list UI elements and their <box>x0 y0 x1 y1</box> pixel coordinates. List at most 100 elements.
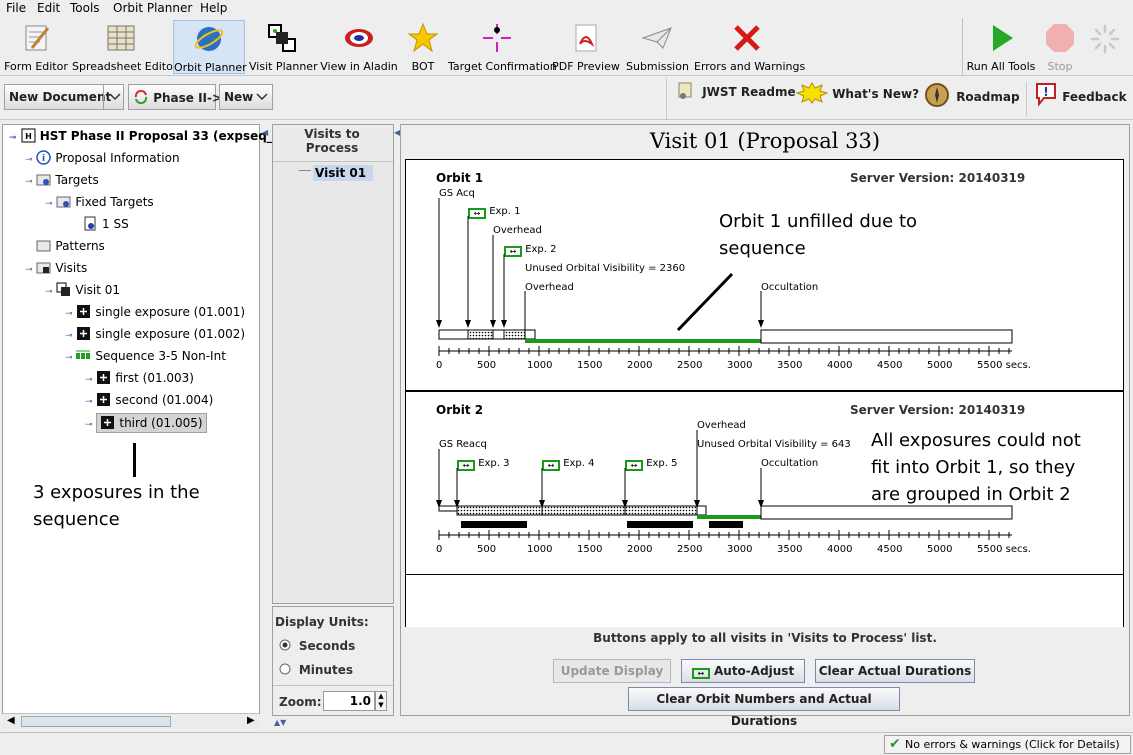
menu-edit[interactable]: Edit <box>37 1 60 15</box>
svg-text:H: H <box>25 132 32 141</box>
annotation-text: are grouped in Orbit 2 <box>871 484 1071 505</box>
jwst-readme-button[interactable]: JWST Readme <box>676 82 796 116</box>
tree-item-visits[interactable]: ⊸ Visits <box>25 259 87 277</box>
spreadsheet-icon <box>107 25 135 51</box>
tree-item-label: Patterns <box>55 239 105 253</box>
annotation-line <box>133 443 136 477</box>
tree-item-proposal-information[interactable]: ⊸ i Proposal Information <box>25 149 180 167</box>
tree-item-first[interactable]: ⊸ first (01.003) <box>85 369 194 387</box>
axis-tick-label: 0 <box>436 544 443 555</box>
visits-panel-title: Visits to Process <box>273 127 391 155</box>
radio-selected-icon <box>279 639 291 651</box>
zoom-input[interactable]: 1.0 <box>323 691 375 711</box>
menu-file[interactable]: File <box>6 1 26 15</box>
view-in-aladin-button[interactable]: View in Aladin <box>320 20 398 74</box>
tree-item-patterns[interactable]: ⊸ Patterns <box>25 237 105 255</box>
tree-item-1-ss[interactable]: 1 SS <box>83 215 129 233</box>
visit-planner-label: Visit Planner <box>249 60 318 73</box>
paper-plane-icon <box>641 27 672 49</box>
tree-item-exposure-01-001[interactable]: ⊸ single exposure (01.001) <box>65 303 245 321</box>
overhead1-block <box>492 329 505 340</box>
visit-planner-icon <box>268 24 296 52</box>
feedback-label: Feedback <box>1062 90 1127 104</box>
annotation-text: All exposures could not <box>871 430 1081 451</box>
scroll-left-icon[interactable]: ◀ <box>7 715 15 726</box>
buttons-note: Buttons apply to all visits in 'Visits t… <box>593 631 937 645</box>
new-label: New <box>224 90 254 104</box>
tree-item-targets[interactable]: ⊸ Targets <box>25 171 99 189</box>
form-editor-button[interactable]: Form Editor <box>4 20 68 74</box>
update-display-button[interactable]: Update Display <box>553 659 671 683</box>
axis-tick-label: 2500 <box>677 360 703 371</box>
scrollbar-thumb[interactable] <box>21 716 171 727</box>
visits-title-line: Visits to <box>304 127 360 141</box>
errors-and-warnings-button[interactable]: Errors and Warnings <box>694 20 805 74</box>
orbit-planner-icon <box>194 27 224 51</box>
tree-root-label: HST Phase II Proposal 33 (expseq_vid <box>39 129 294 143</box>
menu-tools[interactable]: Tools <box>70 1 100 15</box>
roadmap-button[interactable]: Roadmap <box>922 82 1022 116</box>
tree-item-second[interactable]: ⊸ second (01.004) <box>85 391 213 409</box>
run-all-tools-button[interactable]: Run All Tools <box>966 20 1036 74</box>
tree-item-third[interactable]: ⊸ third (01.005) <box>85 413 207 433</box>
feedback-button[interactable]: ! Feedback <box>1034 82 1130 116</box>
tree-horizontal-scrollbar[interactable]: ◀ ▶ <box>3 713 259 729</box>
visit-icon <box>56 282 71 296</box>
target-confirmation-button[interactable]: Target Confirmation <box>448 20 557 74</box>
splitter-arrow-icon[interactable]: ◀ <box>262 128 268 148</box>
auto-adjust-label: Auto-Adjust <box>713 664 795 678</box>
new-document-button[interactable]: New Document <box>4 84 124 110</box>
annotation-text: Orbit 1 unfilled due to <box>719 211 918 232</box>
tree-item-sequence[interactable]: ⊸ Sequence 3-5 Non-Int <box>65 347 226 365</box>
scroll-right-icon[interactable]: ▶ <box>247 715 255 726</box>
tree-item-label: Targets <box>55 173 99 187</box>
whats-new-button[interactable]: What's New? <box>795 82 919 116</box>
visit-planner-button[interactable]: Visit Planner <box>249 20 318 74</box>
radio-unselected-icon <box>279 663 291 675</box>
tree-item-fixed-targets[interactable]: ⊸ Fixed Targets <box>45 193 154 211</box>
checkmark-icon: ✔ <box>889 736 901 752</box>
pdf-preview-button[interactable]: PDF Preview <box>552 20 620 74</box>
orbit-planner-button[interactable]: Orbit Planner <box>173 20 247 74</box>
pdf-icon <box>575 24 597 52</box>
auto-adjust-button[interactable]: ↔ Auto-Adjust <box>681 659 805 683</box>
axis-tick-label: 0 <box>436 360 443 371</box>
menu-help[interactable]: Help <box>200 1 227 15</box>
jwst-readme-label: JWST Readme <box>702 85 796 99</box>
axis-tick-label: 4500 <box>877 360 903 371</box>
zoom-label: Zoom: <box>279 695 322 709</box>
tree-item-visit-01[interactable]: ⊸ Visit 01 <box>45 281 120 299</box>
orbit-1-annotation: Orbit 1 unfilled due to sequence <box>719 208 917 262</box>
minutes-radio[interactable]: Minutes <box>279 663 353 677</box>
exp1-block <box>467 329 494 340</box>
target-doc-icon <box>84 216 96 231</box>
zoom-stepper[interactable]: ▲ ▼ <box>375 691 387 711</box>
spreadsheet-editor-button[interactable]: Spreadsheet Editor <box>72 20 178 74</box>
spreadsheet-editor-label: Spreadsheet Editor <box>72 60 178 73</box>
exp3-block <box>456 505 543 516</box>
clear-actual-durations-button[interactable]: Clear Actual Durations <box>815 659 975 683</box>
tree-item-label: third (01.005) <box>119 416 203 430</box>
submission-button[interactable]: Submission <box>626 20 689 74</box>
tree-item-exposure-01-002[interactable]: ⊸ single exposure (01.002) <box>65 325 245 343</box>
list-connector <box>299 170 311 171</box>
axis-tick-label: 5500 secs. <box>977 544 1031 555</box>
chevron-down-icon <box>109 93 121 101</box>
clear-orbit-numbers-button[interactable]: Clear Orbit Numbers and Actual Durations <box>628 687 900 728</box>
splitter-arrows-icon[interactable]: ▲▼ <box>274 718 286 727</box>
seconds-radio[interactable]: Seconds <box>279 639 355 653</box>
axis-tick-label: 1000 <box>527 544 553 555</box>
annotation-text: sequence <box>33 509 120 530</box>
status-button[interactable]: ✔ No errors & warnings (Click for Detail… <box>884 735 1131 754</box>
toolbar-divider <box>962 18 963 76</box>
phase-button[interactable]: Phase II->I <box>128 84 227 110</box>
tree-root[interactable]: ⊸ H HST Phase II Proposal 33 (expseq_vid <box>9 127 293 145</box>
unused-visibility-bar <box>525 339 761 343</box>
new-button[interactable]: New <box>219 84 273 110</box>
overhead-block <box>696 505 707 516</box>
annotation-text: sequence <box>719 238 806 259</box>
bot-button[interactable]: BOT <box>402 20 444 74</box>
stop-icon <box>1046 24 1074 52</box>
visit-list-item[interactable]: Visit 01 <box>313 165 373 181</box>
menu-orbit-planner[interactable]: Orbit Planner <box>113 1 192 15</box>
